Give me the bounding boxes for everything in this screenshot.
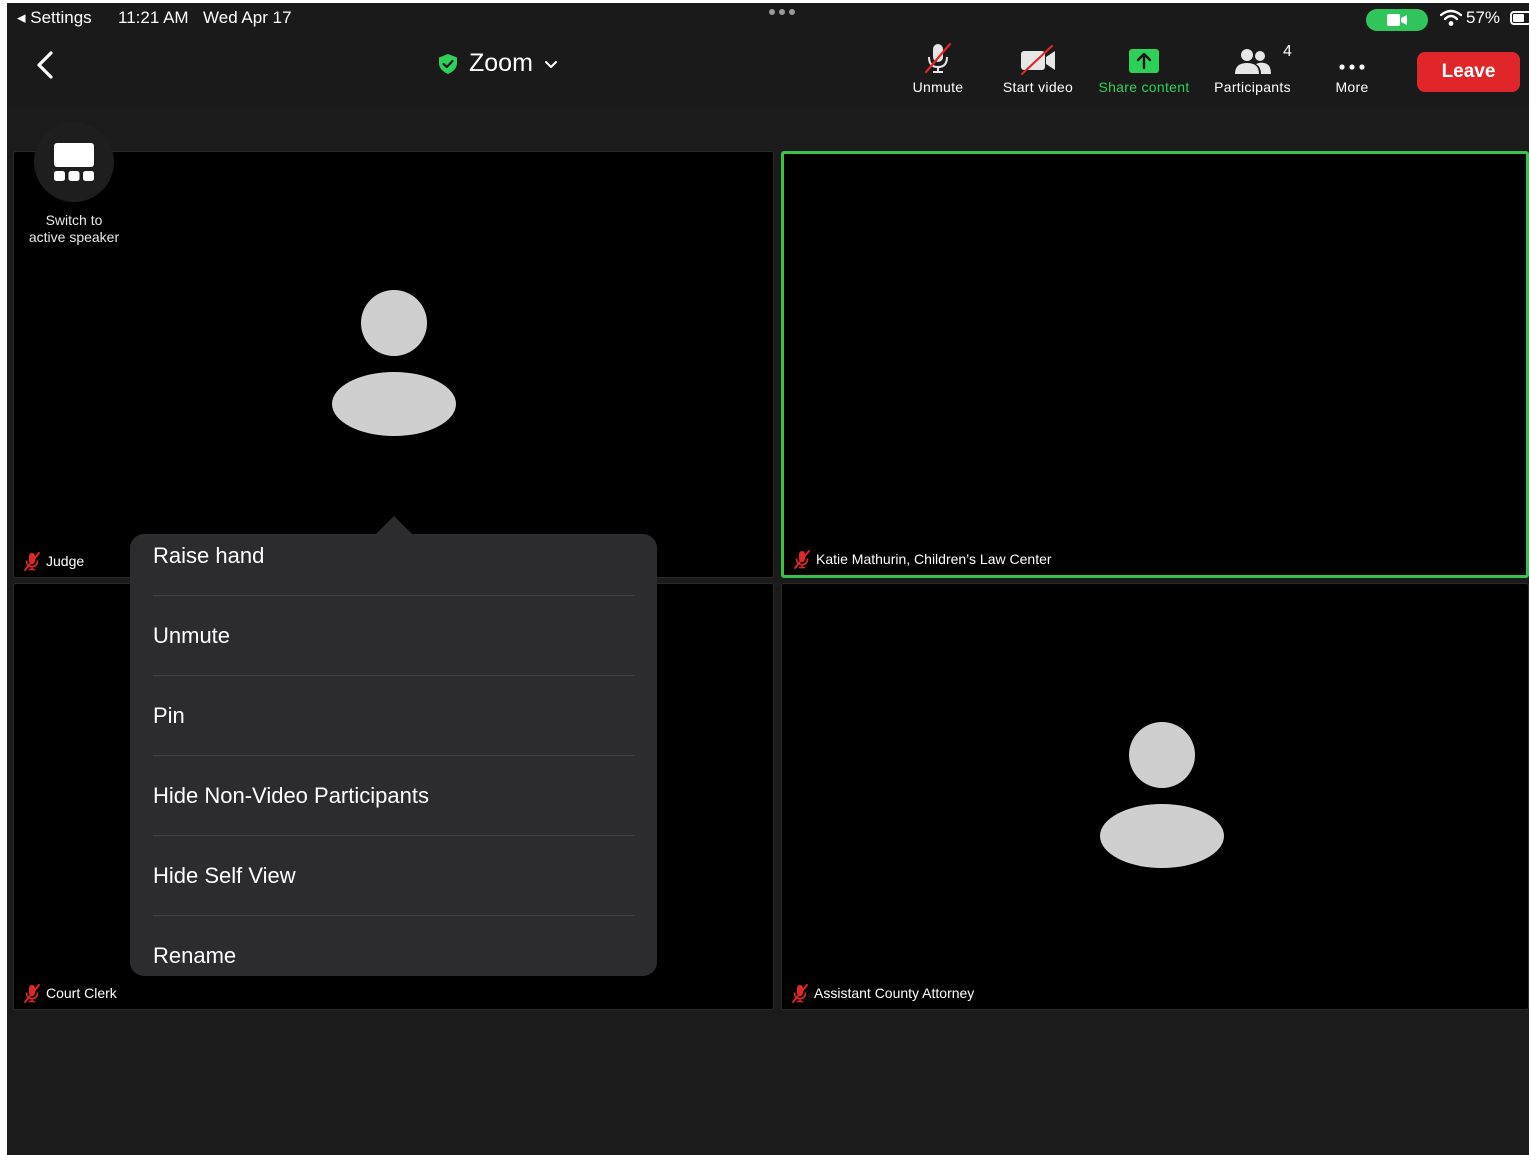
muted-mic-icon <box>24 984 40 1003</box>
person-avatar-icon <box>332 290 456 436</box>
participant-name: Assistant County Attorney <box>814 985 975 1001</box>
video-off-icon <box>1020 45 1055 75</box>
participants-icon <box>1234 49 1271 74</box>
wifi-icon <box>1440 9 1462 26</box>
participants-count-badge: 4 <box>1283 43 1292 60</box>
muted-mic-icon <box>794 550 810 569</box>
unmute-label: Unmute <box>912 79 964 95</box>
menu-divider <box>153 675 635 676</box>
participant-name: Katie Mathurin, Children’s Law Center <box>816 551 1052 567</box>
meeting-toolbar: Zoom Unmute Start video Share content Pa… <box>7 33 1529 107</box>
muted-mic-icon <box>792 984 808 1003</box>
status-date: Wed Apr 17 <box>203 8 292 27</box>
share-upload-icon <box>1129 49 1159 73</box>
menu-item-unmute[interactable]: Unmute <box>153 614 635 694</box>
menu-item-label: Hide Non-Video Participants <box>153 783 429 808</box>
unmute-button[interactable]: Unmute <box>904 42 972 95</box>
menu-item-rename[interactable]: Rename <box>153 934 635 976</box>
camera-in-use-indicator <box>1366 9 1428 31</box>
menu-divider <box>153 595 635 596</box>
menu-divider <box>153 915 635 916</box>
menu-item-raise-hand[interactable]: Raise hand <box>153 534 635 614</box>
menu-item-label: Raise hand <box>153 543 265 568</box>
menu-item-label: Pin <box>153 703 185 728</box>
menu-item-hide-non-video-participants[interactable]: Hide Non-Video Participants <box>153 774 635 854</box>
menu-popover-arrow <box>375 516 413 535</box>
menu-item-label: Hide Self View <box>153 863 296 888</box>
video-camera-icon <box>1387 14 1407 26</box>
battery-percent: 57% <box>1466 8 1501 27</box>
menu-divider <box>153 835 635 836</box>
participant-name-tag: Assistant County Attorney <box>790 983 974 1003</box>
more-label: More <box>1335 79 1369 95</box>
menu-item-label: Unmute <box>153 623 231 648</box>
active-speaker-layout-icon <box>54 143 94 181</box>
video-tile-assistant-county-attorney[interactable]: Assistant County Attorney <box>781 583 1529 1010</box>
share-content-button[interactable]: Share content <box>1091 43 1197 95</box>
more-button[interactable]: More <box>1326 43 1378 95</box>
meeting-title: Zoom <box>469 49 533 77</box>
participant-name-tag: Court Clerk <box>22 983 117 1003</box>
video-tile-judge[interactable]: Judge <box>13 151 774 578</box>
participant-name: Judge <box>46 553 85 569</box>
more-dots-icon <box>1339 64 1365 70</box>
chevron-down-icon <box>544 60 557 68</box>
status-bar: ◂ Settings 11:21 AM Wed Apr 17 57% <box>7 3 1529 33</box>
back-to-settings-link[interactable]: ◂ Settings <box>17 8 92 28</box>
participant-context-menu: Raise hand Unmute Pin Hide Non-Video Par… <box>130 534 657 976</box>
start-video-button[interactable]: Start video <box>995 43 1081 95</box>
multitasking-dots-icon[interactable] <box>769 9 795 15</box>
switch-speaker-label-line2: active speaker <box>28 229 120 245</box>
screen-frame-left <box>0 0 7 1155</box>
video-tile-katie-mathurin[interactable]: Katie Mathurin, Children’s Law Center <box>781 151 1529 578</box>
leave-button[interactable]: Leave <box>1417 52 1520 92</box>
switch-to-active-speaker-button[interactable]: Switch to active speaker <box>22 122 126 246</box>
share-content-label: Share content <box>1098 79 1190 95</box>
battery-icon <box>1510 11 1529 25</box>
status-time: 11:21 AM <box>118 8 189 27</box>
participant-name-tag: Katie Mathurin, Children’s Law Center <box>792 549 1052 569</box>
participant-name: Court Clerk <box>46 985 117 1001</box>
participants-label: Participants <box>1214 79 1291 95</box>
menu-item-label: Rename <box>153 943 237 968</box>
start-video-label: Start video <box>1002 79 1074 95</box>
menu-item-pin[interactable]: Pin <box>153 694 635 774</box>
shield-check-icon <box>439 53 457 74</box>
person-avatar-icon <box>1100 722 1224 868</box>
meeting-title-dropdown[interactable]: Zoom <box>437 49 559 78</box>
muted-mic-icon <box>24 552 40 571</box>
menu-divider <box>153 755 635 756</box>
participant-name-tag: Judge <box>22 551 84 571</box>
microphone-muted-icon <box>924 42 952 74</box>
switch-speaker-label-line1: Switch to <box>45 212 103 228</box>
chevron-left-icon[interactable] <box>31 47 61 83</box>
menu-item-hide-self-view[interactable]: Hide Self View <box>153 854 635 934</box>
